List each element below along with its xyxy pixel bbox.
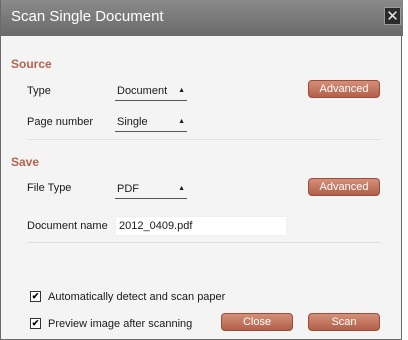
preview-label: Preview image after scanning bbox=[48, 318, 193, 330]
preview-checkbox[interactable]: ✔ bbox=[30, 318, 41, 329]
type-select-value: Document bbox=[117, 85, 168, 97]
close-button[interactable]: Close bbox=[221, 313, 293, 331]
scan-dialog: Scan Single Document ✕ Source Type Docum… bbox=[0, 0, 403, 340]
type-select[interactable]: Document ▲ bbox=[115, 83, 187, 101]
dialog-title: Scan Single Document bbox=[11, 8, 164, 25]
page-number-select[interactable]: Single ▲ bbox=[115, 114, 187, 132]
auto-detect-checkbox[interactable]: ✔ bbox=[30, 291, 41, 302]
section-divider bbox=[27, 242, 381, 243]
section-divider bbox=[27, 139, 381, 140]
file-type-select-value: PDF bbox=[117, 183, 139, 195]
dropdown-arrow-icon: ▲ bbox=[178, 185, 185, 192]
auto-detect-label: Automatically detect and scan paper bbox=[48, 291, 226, 303]
dropdown-arrow-icon: ▲ bbox=[178, 118, 185, 125]
dropdown-arrow-icon: ▲ bbox=[178, 87, 185, 94]
close-icon[interactable]: ✕ bbox=[384, 7, 401, 25]
source-heading: Source bbox=[11, 57, 52, 71]
document-name-label: Document name bbox=[27, 220, 108, 232]
file-type-label: File Type bbox=[27, 182, 72, 194]
document-name-input[interactable]: 2012_0409.pdf bbox=[115, 216, 287, 236]
page-number-select-value: Single bbox=[117, 116, 148, 128]
source-advanced-button[interactable]: Advanced bbox=[308, 80, 380, 98]
save-heading: Save bbox=[11, 155, 40, 169]
file-type-select[interactable]: PDF ▲ bbox=[115, 181, 187, 199]
title-bar[interactable]: Scan Single Document ✕ bbox=[1, 0, 403, 36]
type-label: Type bbox=[27, 85, 51, 97]
scan-button[interactable]: Scan bbox=[308, 313, 380, 331]
page-number-label: Page number bbox=[27, 116, 94, 128]
save-advanced-button[interactable]: Advanced bbox=[308, 178, 380, 196]
